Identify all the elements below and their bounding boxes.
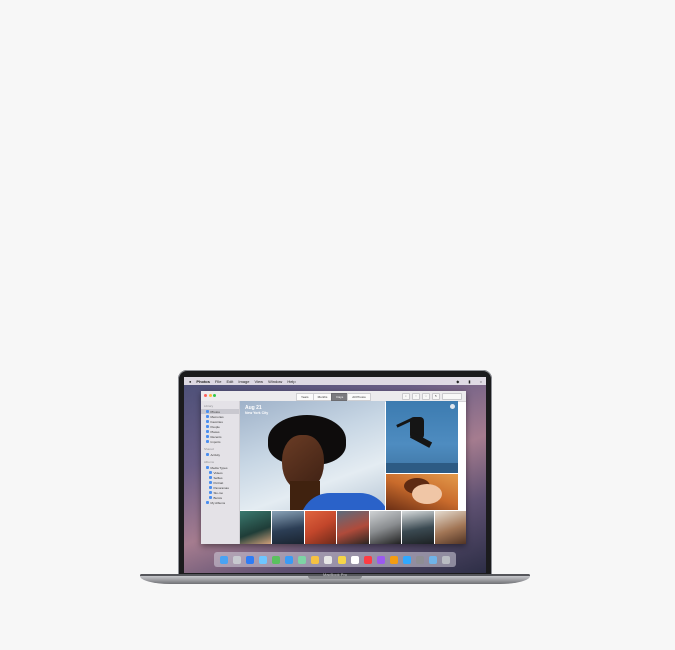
window-controls bbox=[204, 394, 216, 397]
cloud-icon bbox=[206, 453, 209, 456]
photo-thumb[interactable] bbox=[272, 511, 304, 544]
photo-thumb[interactable] bbox=[240, 511, 272, 544]
slo-mo-icon bbox=[209, 491, 212, 494]
info-icon[interactable]: i bbox=[402, 393, 410, 400]
tab-days[interactable]: Days bbox=[331, 393, 349, 401]
trash-icon[interactable] bbox=[442, 555, 451, 564]
search-field[interactable] bbox=[442, 393, 462, 400]
menu-view[interactable]: View bbox=[254, 379, 263, 384]
photo-portrait-hero[interactable]: Aug 21 New York City bbox=[240, 401, 385, 510]
menu-app-name[interactable]: Photos bbox=[196, 379, 210, 384]
menu-window[interactable]: Window bbox=[268, 379, 282, 384]
photo-thumb[interactable] bbox=[434, 511, 466, 544]
folder-icon bbox=[206, 466, 209, 469]
minimize-button[interactable] bbox=[208, 394, 212, 397]
menu-help[interactable]: Help bbox=[287, 379, 295, 384]
calendar-icon[interactable] bbox=[324, 555, 333, 564]
photo-thumb[interactable] bbox=[337, 511, 369, 544]
safari-icon[interactable] bbox=[258, 555, 267, 564]
rotate-icon[interactable]: ↻ bbox=[432, 393, 440, 400]
sidebar-section-library: Library bbox=[204, 404, 214, 408]
clock-icon bbox=[206, 435, 209, 438]
app-store-icon[interactable] bbox=[403, 555, 412, 564]
sidebar-section-shared: Shared bbox=[204, 447, 214, 451]
menu-edit[interactable]: Edit bbox=[226, 379, 233, 384]
sidebar: Library Photos Memories Favorites People… bbox=[201, 401, 240, 544]
macbook-pro: ● Photos File Edit Image View Window Hel… bbox=[140, 368, 530, 593]
portrait-icon bbox=[209, 481, 212, 484]
system-preferences-icon[interactable] bbox=[416, 555, 425, 564]
music-icon[interactable] bbox=[363, 555, 372, 564]
bursts-icon bbox=[209, 496, 212, 499]
wifi-icon[interactable]: ◆ bbox=[456, 379, 459, 384]
day-location-label: New York City bbox=[245, 411, 269, 415]
sidebar-item-my-albums[interactable]: My Albums bbox=[201, 500, 239, 505]
video-icon bbox=[209, 471, 212, 474]
tab-years[interactable]: Years bbox=[296, 393, 314, 401]
heart-icon[interactable]: ♡ bbox=[422, 393, 430, 400]
messages-icon[interactable] bbox=[271, 555, 280, 564]
view-tabs: Years Months Days All Photos bbox=[296, 393, 371, 401]
photo-strip bbox=[240, 511, 466, 544]
spotlight-icon[interactable]: ○ bbox=[480, 379, 482, 384]
photos-window: Years Months Days All Photos i ↑ ♡ ↻ Lib… bbox=[201, 391, 466, 544]
tab-months[interactable]: Months bbox=[312, 393, 333, 401]
photo-thumb[interactable] bbox=[304, 511, 337, 544]
reminders-icon[interactable] bbox=[350, 555, 359, 564]
close-button[interactable] bbox=[204, 394, 207, 397]
menu-status-area: ◆ ▮ ○ bbox=[451, 379, 482, 384]
person-icon bbox=[206, 425, 209, 428]
brand-label: MacBook Pro bbox=[322, 572, 347, 577]
downloads-folder-icon[interactable] bbox=[429, 555, 438, 564]
photo-jumper[interactable] bbox=[386, 401, 458, 473]
photo-grid: Aug 21 New York City bbox=[240, 401, 466, 544]
siri-icon[interactable] bbox=[232, 555, 241, 564]
menu-image[interactable]: Image bbox=[238, 379, 249, 384]
photo-ground bbox=[386, 463, 458, 473]
memories-icon bbox=[206, 415, 209, 418]
photo-girl-portrait[interactable] bbox=[386, 474, 458, 510]
toolbar-icons: i ↑ ♡ ↻ bbox=[402, 393, 462, 400]
books-icon[interactable] bbox=[389, 555, 398, 564]
heart-icon bbox=[206, 420, 209, 423]
sidebar-item-activity[interactable]: Activity bbox=[201, 452, 239, 457]
notes-icon[interactable] bbox=[337, 555, 346, 564]
mail-icon[interactable] bbox=[285, 555, 294, 564]
import-icon bbox=[206, 440, 209, 443]
menu-bar: ● Photos File Edit Image View Window Hel… bbox=[184, 377, 486, 385]
panorama-icon bbox=[209, 486, 212, 489]
screen: ● Photos File Edit Image View Window Hel… bbox=[184, 377, 486, 573]
folder-icon bbox=[206, 501, 209, 504]
more-icon[interactable] bbox=[450, 404, 455, 409]
photos-icon bbox=[206, 410, 209, 413]
battery-icon[interactable]: ▮ bbox=[468, 379, 470, 384]
laptop-lid: ● Photos File Edit Image View Window Hel… bbox=[178, 370, 492, 578]
photo-thumb[interactable] bbox=[402, 511, 434, 544]
sidebar-item-imports[interactable]: Imports bbox=[201, 439, 239, 444]
photo-girl-face bbox=[412, 484, 442, 504]
zoom-button[interactable] bbox=[213, 394, 216, 397]
selfie-icon bbox=[209, 476, 212, 479]
podcasts-icon[interactable] bbox=[376, 555, 385, 564]
sidebar-section-albums: Albums bbox=[204, 460, 215, 464]
tab-all-photos[interactable]: All Photos bbox=[347, 393, 371, 401]
photos-app-icon[interactable] bbox=[311, 555, 320, 564]
apple-icon[interactable]: ● bbox=[189, 379, 191, 384]
maps-icon[interactable] bbox=[298, 555, 307, 564]
finder-icon[interactable] bbox=[219, 555, 228, 564]
share-icon[interactable]: ↑ bbox=[412, 393, 420, 400]
menu-file[interactable]: File bbox=[215, 379, 221, 384]
dock bbox=[214, 552, 456, 567]
photo-thumb[interactable] bbox=[369, 511, 402, 544]
launchpad-icon[interactable] bbox=[245, 555, 254, 564]
pin-icon bbox=[206, 430, 209, 433]
